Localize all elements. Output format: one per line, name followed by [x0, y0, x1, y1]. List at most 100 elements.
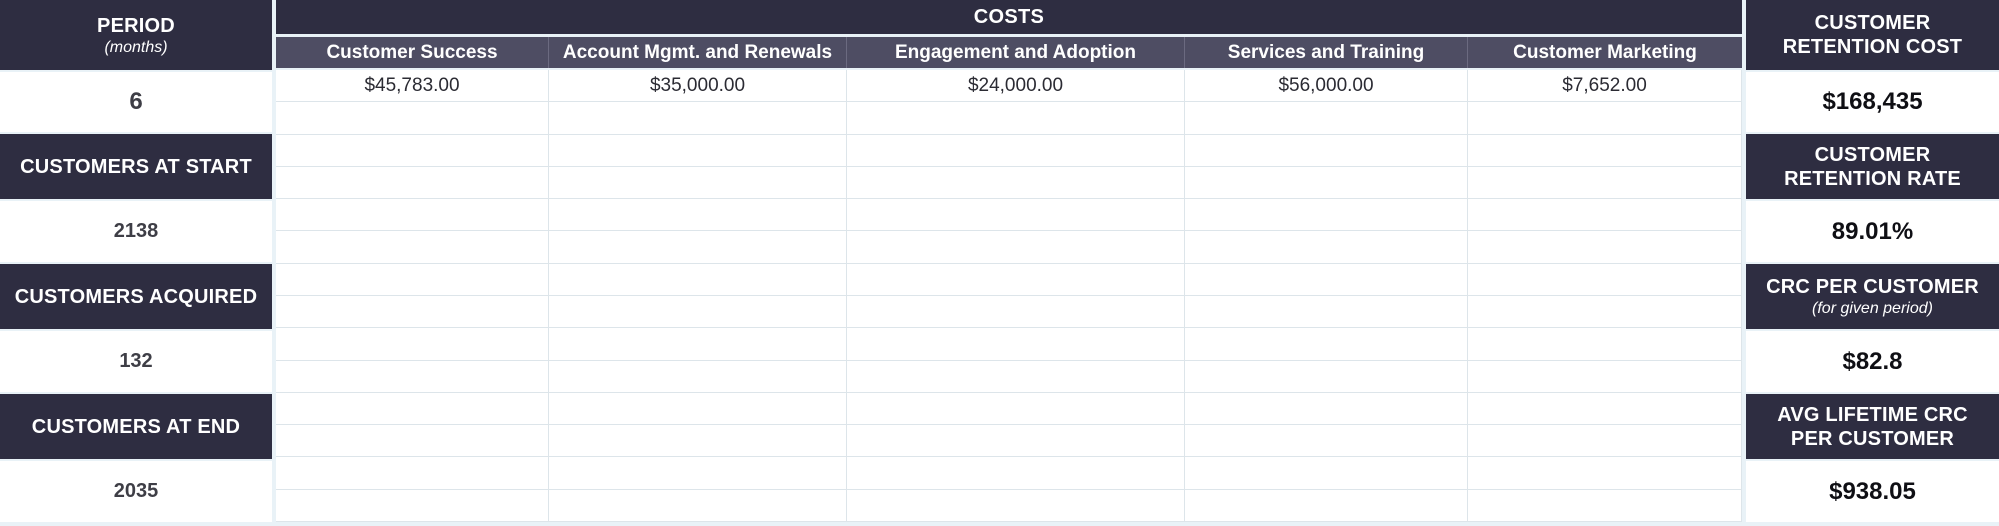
- empty-cost-cell[interactable]: [1468, 425, 1742, 458]
- empty-cost-cell[interactable]: [549, 166, 847, 200]
- empty-cost-cell[interactable]: [847, 199, 1185, 232]
- empty-cost-cell[interactable]: [1185, 295, 1468, 329]
- empty-cost-cell[interactable]: [1468, 134, 1742, 167]
- costs-title-cell: COSTS: [276, 0, 1742, 34]
- empty-cost-cell[interactable]: [1185, 231, 1468, 264]
- empty-cost-cell[interactable]: [1185, 166, 1468, 200]
- empty-cost-cell[interactable]: [276, 231, 549, 264]
- empty-cost-cell[interactable]: [1185, 489, 1468, 522]
- customers-end-value-cell[interactable]: 2035: [0, 461, 272, 522]
- empty-cost-cell[interactable]: [549, 199, 847, 232]
- empty-cost-cell[interactable]: [549, 457, 847, 490]
- empty-cost-cell[interactable]: [847, 392, 1185, 426]
- empty-cost-cell[interactable]: [1468, 392, 1742, 426]
- empty-cost-cell[interactable]: [549, 134, 847, 167]
- empty-cost-cell[interactable]: [1185, 425, 1468, 458]
- costs-grid: $45,783.00 $35,000.00 $24,000.00 $56,000…: [276, 70, 1742, 522]
- empty-cost-cell[interactable]: [847, 231, 1185, 264]
- lifetime-crc-label: AVG LIFETIME CRC PER CUSTOMER: [1777, 403, 1968, 450]
- retention-cost-label-cell: CUSTOMER RETENTION COST: [1746, 0, 1999, 70]
- empty-cost-cell[interactable]: [276, 134, 549, 167]
- empty-cost-cell[interactable]: [1185, 328, 1468, 361]
- cost-header-customer-success: Customer Success: [276, 37, 549, 68]
- retention-cost-value-cell[interactable]: $168,435: [1746, 72, 1999, 132]
- customers-acquired-value-cell[interactable]: 132: [0, 331, 272, 392]
- crc-sublabel: (for given period): [1812, 300, 1933, 317]
- empty-cost-cell[interactable]: [1185, 134, 1468, 167]
- empty-cost-cell[interactable]: [1468, 199, 1742, 232]
- empty-cost-cell[interactable]: [549, 102, 847, 135]
- empty-cost-cell[interactable]: [549, 231, 847, 264]
- customers-start-label-cell: CUSTOMERS AT START: [0, 134, 272, 199]
- empty-cost-cell[interactable]: [1468, 360, 1742, 393]
- empty-cost-cell[interactable]: [276, 489, 549, 522]
- empty-cost-cell[interactable]: [847, 263, 1185, 296]
- cost-header-account-mgmt: Account Mgmt. and Renewals: [549, 37, 847, 68]
- customers-start-value: 2138: [113, 220, 159, 242]
- empty-cost-cell[interactable]: [1185, 102, 1468, 135]
- empty-cost-cell[interactable]: [549, 263, 847, 296]
- empty-cost-cell[interactable]: [1185, 360, 1468, 393]
- empty-cost-cell[interactable]: [1468, 263, 1742, 296]
- crc-label-cell: CRC PER CUSTOMER (for given period): [1746, 264, 1999, 329]
- customers-start-value-cell[interactable]: 2138: [0, 201, 272, 262]
- cost-value-marketing[interactable]: $7,652.00: [1468, 70, 1742, 103]
- retention-rate-label: CUSTOMER RETENTION RATE: [1784, 143, 1961, 190]
- empty-cost-cell[interactable]: [1185, 392, 1468, 426]
- empty-cost-cell[interactable]: [1468, 328, 1742, 361]
- empty-cost-cell[interactable]: [276, 199, 549, 232]
- empty-cost-cell[interactable]: [1468, 489, 1742, 522]
- empty-cost-cell[interactable]: [847, 166, 1185, 200]
- empty-cost-cell[interactable]: [549, 392, 847, 426]
- empty-cost-cell[interactable]: [1468, 231, 1742, 264]
- retention-rate-label-cell: CUSTOMER RETENTION RATE: [1746, 134, 1999, 199]
- empty-cost-cell[interactable]: [847, 425, 1185, 458]
- empty-cost-cell[interactable]: [1468, 102, 1742, 135]
- empty-cost-cell[interactable]: [276, 425, 549, 458]
- customers-acquired-value: 132: [119, 350, 153, 372]
- empty-cost-cell[interactable]: [1468, 457, 1742, 490]
- crc-value-cell[interactable]: $82.8: [1746, 331, 1999, 392]
- cost-value-services[interactable]: $56,000.00: [1185, 70, 1468, 103]
- empty-cost-cell[interactable]: [847, 328, 1185, 361]
- period-sublabel: (months): [104, 38, 168, 56]
- empty-cost-cell[interactable]: [276, 102, 549, 135]
- cost-header-engagement: Engagement and Adoption: [847, 37, 1185, 68]
- empty-cost-cell[interactable]: [847, 102, 1185, 135]
- empty-cost-cell[interactable]: [276, 392, 549, 426]
- customers-end-label-cell: CUSTOMERS AT END: [0, 394, 272, 459]
- empty-cost-cell[interactable]: [1468, 166, 1742, 200]
- empty-cost-cell[interactable]: [549, 295, 847, 329]
- customers-acquired-label: CUSTOMERS ACQUIRED: [14, 285, 258, 308]
- empty-cost-cell[interactable]: [549, 360, 847, 393]
- empty-cost-cell[interactable]: [276, 328, 549, 361]
- cost-value-account-mgmt[interactable]: $35,000.00: [549, 70, 847, 103]
- empty-cost-cell[interactable]: [847, 360, 1185, 393]
- empty-cost-cell[interactable]: [847, 134, 1185, 167]
- empty-cost-cell[interactable]: [847, 295, 1185, 329]
- empty-cost-cell[interactable]: [549, 489, 847, 522]
- period-value: 6: [129, 88, 143, 115]
- empty-cost-cell[interactable]: [276, 457, 549, 490]
- empty-cost-cell[interactable]: [847, 457, 1185, 490]
- cost-header-marketing: Customer Marketing: [1513, 41, 1697, 63]
- empty-cost-cell[interactable]: [276, 360, 549, 393]
- cost-value-customer-success[interactable]: $45,783.00: [276, 70, 549, 103]
- empty-cost-cell[interactable]: [847, 489, 1185, 522]
- period-label: PERIOD: [97, 14, 175, 37]
- empty-cost-cell[interactable]: [276, 166, 549, 200]
- empty-cost-cell[interactable]: [276, 295, 549, 329]
- empty-cost-cell[interactable]: [1185, 457, 1468, 490]
- empty-cost-cell[interactable]: [1185, 263, 1468, 296]
- empty-cost-cell[interactable]: [1468, 295, 1742, 329]
- empty-cost-cell[interactable]: [276, 263, 549, 296]
- costs-header-row: Customer Success Account Mgmt. and Renew…: [276, 37, 1742, 68]
- empty-cost-cell[interactable]: [549, 328, 847, 361]
- empty-cost-cell[interactable]: [1185, 199, 1468, 232]
- empty-cost-cell[interactable]: [549, 425, 847, 458]
- lifetime-crc-value-cell[interactable]: $938.05: [1746, 461, 1999, 522]
- retention-rate-value-cell[interactable]: 89.01%: [1746, 201, 1999, 262]
- cost-value-engagement[interactable]: $24,000.00: [847, 70, 1185, 103]
- crc-label: CRC PER CUSTOMER: [1766, 276, 1979, 298]
- period-value-cell[interactable]: 6: [0, 72, 272, 132]
